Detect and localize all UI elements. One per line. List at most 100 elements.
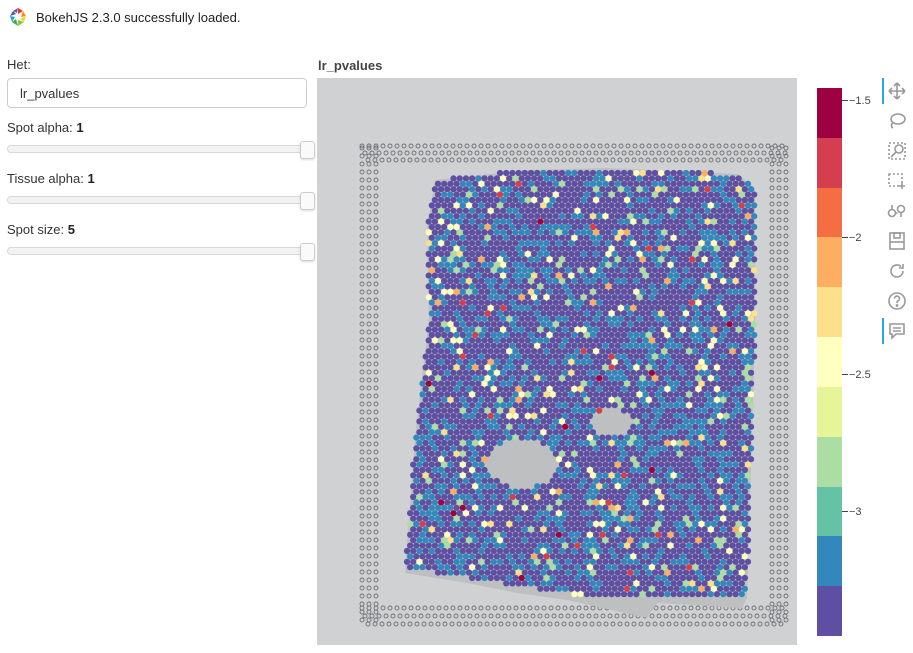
spot[interactable] xyxy=(422,429,429,436)
spot[interactable] xyxy=(729,369,736,376)
spot[interactable] xyxy=(493,358,500,366)
spot[interactable] xyxy=(735,553,742,560)
spot[interactable] xyxy=(503,418,510,425)
spot[interactable] xyxy=(682,472,690,479)
spot[interactable] xyxy=(453,472,460,479)
spot[interactable] xyxy=(589,213,597,220)
spot[interactable] xyxy=(704,402,711,409)
spot[interactable] xyxy=(717,510,724,517)
spot[interactable] xyxy=(555,553,562,560)
spot[interactable] xyxy=(599,304,606,312)
spot[interactable] xyxy=(655,240,662,247)
spot[interactable] xyxy=(667,250,674,258)
spot[interactable] xyxy=(639,288,646,295)
spot[interactable] xyxy=(593,218,600,225)
spot[interactable] xyxy=(555,510,562,517)
spot[interactable] xyxy=(710,196,717,204)
spot[interactable] xyxy=(521,299,528,306)
spot[interactable] xyxy=(599,391,606,398)
spot[interactable] xyxy=(543,391,550,398)
spot[interactable] xyxy=(686,574,693,582)
spot[interactable] xyxy=(459,429,466,436)
spot[interactable] xyxy=(738,277,745,285)
spot[interactable] xyxy=(704,391,711,398)
spot[interactable] xyxy=(537,326,544,333)
spot[interactable] xyxy=(589,331,597,339)
spot[interactable] xyxy=(490,558,497,565)
spot[interactable] xyxy=(543,326,550,333)
spot[interactable] xyxy=(503,569,510,576)
spot[interactable] xyxy=(416,515,423,522)
spot[interactable] xyxy=(589,483,597,490)
spot[interactable] xyxy=(534,180,541,187)
spot[interactable] xyxy=(692,456,699,463)
spot[interactable] xyxy=(679,175,686,182)
spot[interactable] xyxy=(599,348,606,355)
spot[interactable] xyxy=(720,364,727,371)
spot[interactable] xyxy=(549,380,556,387)
help-tool-button[interactable] xyxy=(882,286,912,316)
spot[interactable] xyxy=(624,477,631,484)
spot[interactable] xyxy=(444,488,451,495)
spot[interactable] xyxy=(546,353,553,360)
spot[interactable] xyxy=(713,245,721,252)
spot[interactable] xyxy=(723,240,730,247)
spot[interactable] xyxy=(555,423,562,430)
spot[interactable] xyxy=(472,191,479,198)
spot[interactable] xyxy=(459,234,466,241)
spot[interactable] xyxy=(438,304,445,312)
spot[interactable] xyxy=(624,337,631,344)
spot[interactable] xyxy=(434,353,442,360)
spot[interactable] xyxy=(744,472,752,479)
spot[interactable] xyxy=(484,234,491,241)
spot[interactable] xyxy=(459,396,466,403)
spot[interactable] xyxy=(453,245,460,252)
spot[interactable] xyxy=(751,202,758,209)
spot[interactable] xyxy=(673,477,680,484)
spot[interactable] xyxy=(673,553,680,560)
spot[interactable] xyxy=(670,591,677,598)
spot[interactable] xyxy=(648,402,655,409)
spot[interactable] xyxy=(695,450,702,457)
spot[interactable] xyxy=(608,310,615,317)
spot[interactable] xyxy=(450,358,457,366)
spot[interactable] xyxy=(602,385,609,393)
spot[interactable] xyxy=(630,240,637,247)
spot[interactable] xyxy=(524,564,531,571)
spot[interactable] xyxy=(469,456,476,463)
spot[interactable] xyxy=(484,569,491,576)
spot[interactable] xyxy=(546,267,553,274)
spot[interactable] xyxy=(698,358,705,366)
spot[interactable] xyxy=(664,267,671,274)
spot[interactable] xyxy=(617,315,624,322)
spot[interactable] xyxy=(664,569,671,576)
spot[interactable] xyxy=(527,180,535,187)
spot[interactable] xyxy=(611,510,618,517)
spot[interactable] xyxy=(667,272,674,279)
spot[interactable] xyxy=(487,283,494,290)
spot[interactable] xyxy=(648,294,655,301)
spot[interactable] xyxy=(648,240,655,247)
spot[interactable] xyxy=(639,353,646,360)
spot[interactable] xyxy=(667,261,674,268)
spot[interactable] xyxy=(571,310,578,317)
spot[interactable] xyxy=(682,569,690,576)
spot[interactable] xyxy=(506,196,513,204)
spot[interactable] xyxy=(698,218,705,225)
spot[interactable] xyxy=(689,213,696,220)
spot[interactable] xyxy=(428,245,435,252)
spot[interactable] xyxy=(648,391,655,398)
spot[interactable] xyxy=(667,240,674,247)
spot[interactable] xyxy=(741,304,748,312)
spot[interactable] xyxy=(515,396,522,403)
spot[interactable] xyxy=(651,461,659,468)
spot[interactable] xyxy=(658,472,665,479)
spot[interactable] xyxy=(431,261,438,268)
spot[interactable] xyxy=(707,385,714,393)
spot[interactable] xyxy=(670,418,677,425)
spot[interactable] xyxy=(593,229,600,236)
spot[interactable] xyxy=(732,331,739,339)
spot[interactable] xyxy=(624,488,631,495)
spot[interactable] xyxy=(465,493,473,501)
spot[interactable] xyxy=(543,283,550,290)
